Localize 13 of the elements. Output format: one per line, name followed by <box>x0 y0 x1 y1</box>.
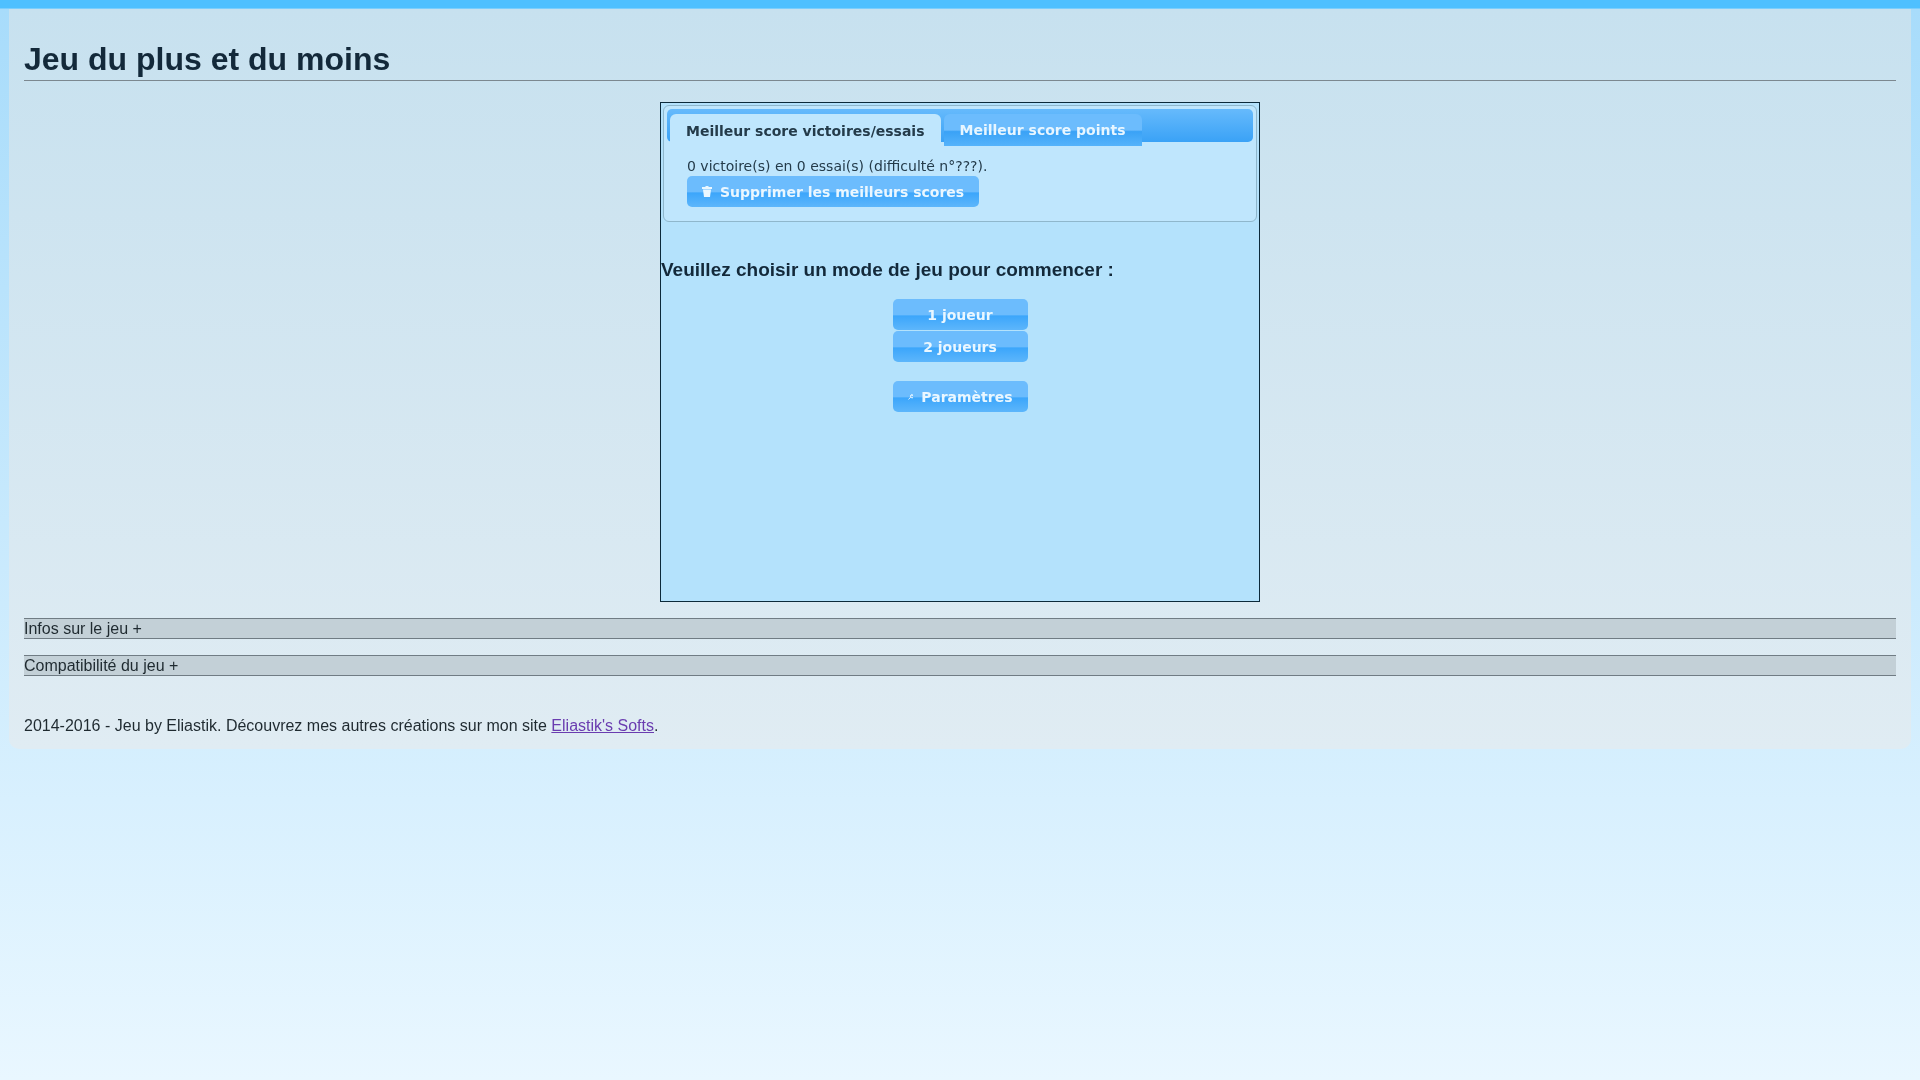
mode-button[interactable]: 1 joueur <box>892 299 1028 330</box>
footer-text: 2014-2016 - Jeu by Eliastik. Découvrez mes autres créations sur mon site Eliastik's Softs. <box>24 717 660 735</box>
trash-icon <box>702 186 712 197</box>
settings-button[interactable]: Paramètres <box>892 381 1028 412</box>
score-tab[interactable]: Meilleur score points <box>943 114 1142 146</box>
site-link[interactable]: Eliastik's Softs <box>551 717 654 734</box>
section-header[interactable]: Compatibilité du jeu + <box>24 655 1896 676</box>
mode-prompt: Veuillez choisir un mode de jeu pour commencer : <box>661 259 1115 281</box>
section-header[interactable]: Infos sur le jeu + <box>24 618 1896 639</box>
score-text: 0 victoire(s) en 0 essai(s) (difficulté n°???). <box>687 158 989 174</box>
delete-scores-button[interactable]: Supprimer les meilleurs scores <box>687 176 980 207</box>
mode-button[interactable]: 2 joueurs <box>892 331 1028 362</box>
page-title: Jeu du plus et du moins <box>24 41 1896 81</box>
